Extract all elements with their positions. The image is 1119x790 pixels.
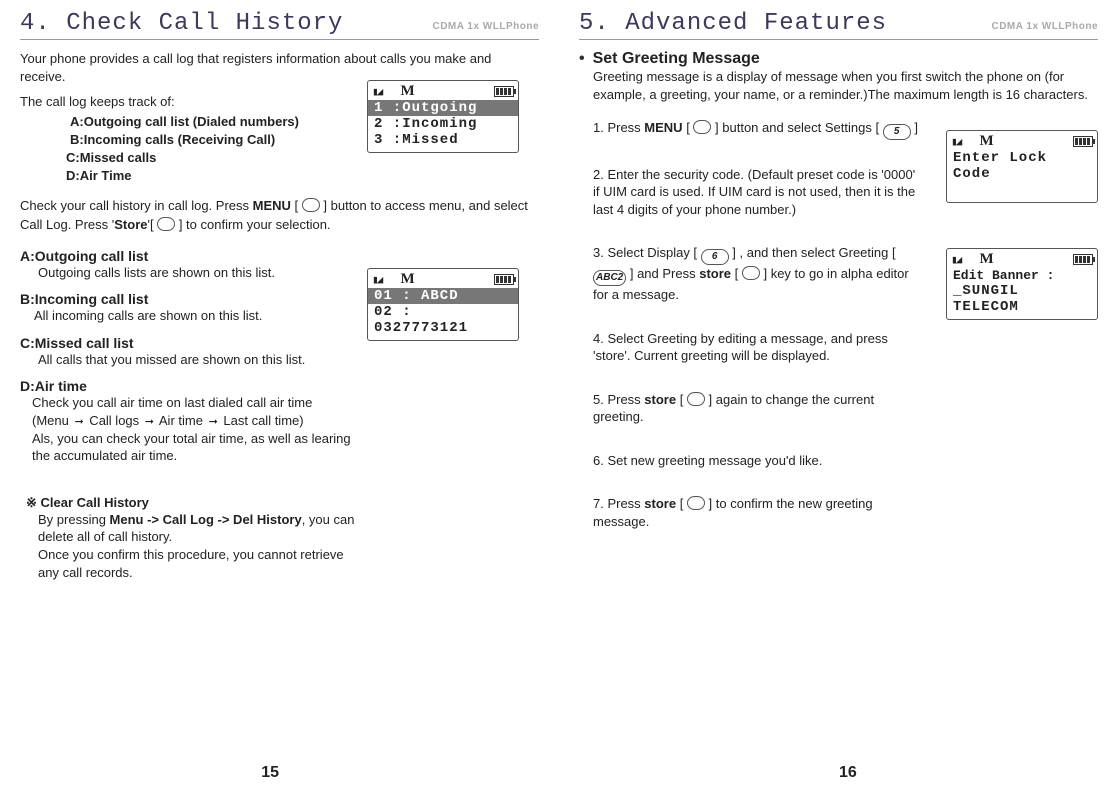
step-5: 5. Press store [ ] again to change the c…: [593, 391, 923, 426]
store-key-icon: [742, 266, 760, 280]
menu-key-icon: [693, 120, 711, 134]
battery-icon: [1073, 254, 1093, 265]
lcd-row: 2 :Incoming: [368, 116, 518, 132]
step-2: 2. Enter the security code. (Default pre…: [593, 166, 923, 219]
lcd-row: _SUNGIL: [947, 283, 1097, 299]
signal-icon: [951, 253, 960, 267]
store-key-icon: [157, 217, 175, 231]
status-bar: M: [368, 269, 518, 288]
title-row: 4. Check Call History CDMA 1x WLLPhone: [20, 10, 539, 40]
step-7: 7. Press store [ ] to confirm the new gr…: [593, 495, 923, 530]
signal-icon: [951, 135, 960, 149]
m-icon: M: [401, 83, 415, 100]
feature-heading: Set Greeting Message: [593, 50, 760, 67]
lcd-row: TELECOM: [947, 299, 1097, 315]
store-key-icon: [687, 496, 705, 510]
section-body: Outgoing calls lists are shown on this l…: [38, 264, 358, 282]
signal-icon: [372, 273, 381, 287]
lcd-row: Edit Banner :: [947, 268, 1097, 283]
key-5-icon: 5: [883, 124, 911, 140]
section-heading: D:Air time: [20, 378, 539, 394]
note-heading: ※ Clear Call History: [26, 495, 539, 511]
note-body: By pressing Menu -> Call Log -> Del Hist…: [38, 511, 358, 581]
lcd-row: 3 :Missed: [368, 132, 518, 148]
lcd-row: 01 : ABCD: [368, 288, 518, 304]
lcd-screen-3: M Enter Lock Code: [946, 130, 1098, 203]
m-icon: M: [401, 271, 415, 288]
paragraph: Check your call history in call log. Pre…: [20, 197, 539, 233]
lcd-screen-4: M Edit Banner : _SUNGIL TELECOM: [946, 248, 1098, 320]
model-label: CDMA 1x WLLPhone: [991, 21, 1098, 32]
page-number: 15: [261, 764, 279, 782]
key-abc2-icon: ABC2: [593, 270, 626, 286]
model-label: CDMA 1x WLLPhone: [432, 21, 539, 32]
lcd-row: Code: [947, 166, 1097, 182]
arrow-icon: [72, 413, 85, 428]
feature-intro: Greeting message is a display of message…: [593, 68, 1098, 103]
page-title: 4. Check Call History: [20, 10, 343, 37]
battery-icon: [1073, 136, 1093, 147]
section-body: All calls that you missed are shown on t…: [38, 351, 358, 369]
arrow-icon: [207, 413, 220, 428]
page-number: 16: [839, 764, 857, 782]
section-body: All incoming calls are shown on this lis…: [34, 307, 354, 325]
step-4: 4. Select Greeting by editing a message,…: [593, 330, 923, 365]
section-heading: A:Outgoing call list: [20, 248, 539, 264]
step-1: 1. Press MENU [ ] button and select Sett…: [593, 119, 923, 140]
section-body: Check you call air time on last dialed c…: [32, 394, 352, 464]
store-key-icon: [687, 392, 705, 406]
status-bar: M: [947, 249, 1097, 268]
battery-icon: [494, 274, 514, 285]
page-title: 5. Advanced Features: [579, 10, 887, 37]
lcd-row: 0327773121: [368, 320, 518, 336]
feature-heading-row: • Set Greeting Message: [579, 50, 1098, 68]
title-row: 5. Advanced Features CDMA 1x WLLPhone: [579, 10, 1098, 40]
status-bar: M: [368, 81, 518, 100]
lcd-screen-1: M 1 :Outgoing 2 :Incoming 3 :Missed: [367, 80, 519, 153]
step-3: 3. Select Display [ 6 ] , and then selec…: [593, 244, 923, 303]
signal-icon: [372, 85, 381, 99]
lcd-screen-2: M 01 : ABCD 02 : 0327773121: [367, 268, 519, 341]
arrow-icon: [143, 413, 156, 428]
lcd-row: 1 :Outgoing: [368, 100, 518, 116]
page-15: 4. Check Call History CDMA 1x WLLPhone Y…: [0, 0, 559, 790]
lcd-row: [947, 182, 1097, 198]
battery-icon: [494, 86, 514, 97]
m-icon: M: [980, 251, 994, 268]
lcd-row: 02 :: [368, 304, 518, 320]
lcd-row: Enter Lock: [947, 150, 1097, 166]
bullet-icon: •: [579, 50, 585, 67]
status-bar: M: [947, 131, 1097, 150]
key-6-icon: 6: [701, 249, 729, 265]
list-item: D:Air Time: [66, 167, 539, 185]
step-6: 6. Set new greeting message you'd like.: [593, 452, 923, 470]
menu-key-icon: [302, 198, 320, 212]
m-icon: M: [980, 133, 994, 150]
page-16: 5. Advanced Features CDMA 1x WLLPhone • S…: [559, 0, 1118, 790]
